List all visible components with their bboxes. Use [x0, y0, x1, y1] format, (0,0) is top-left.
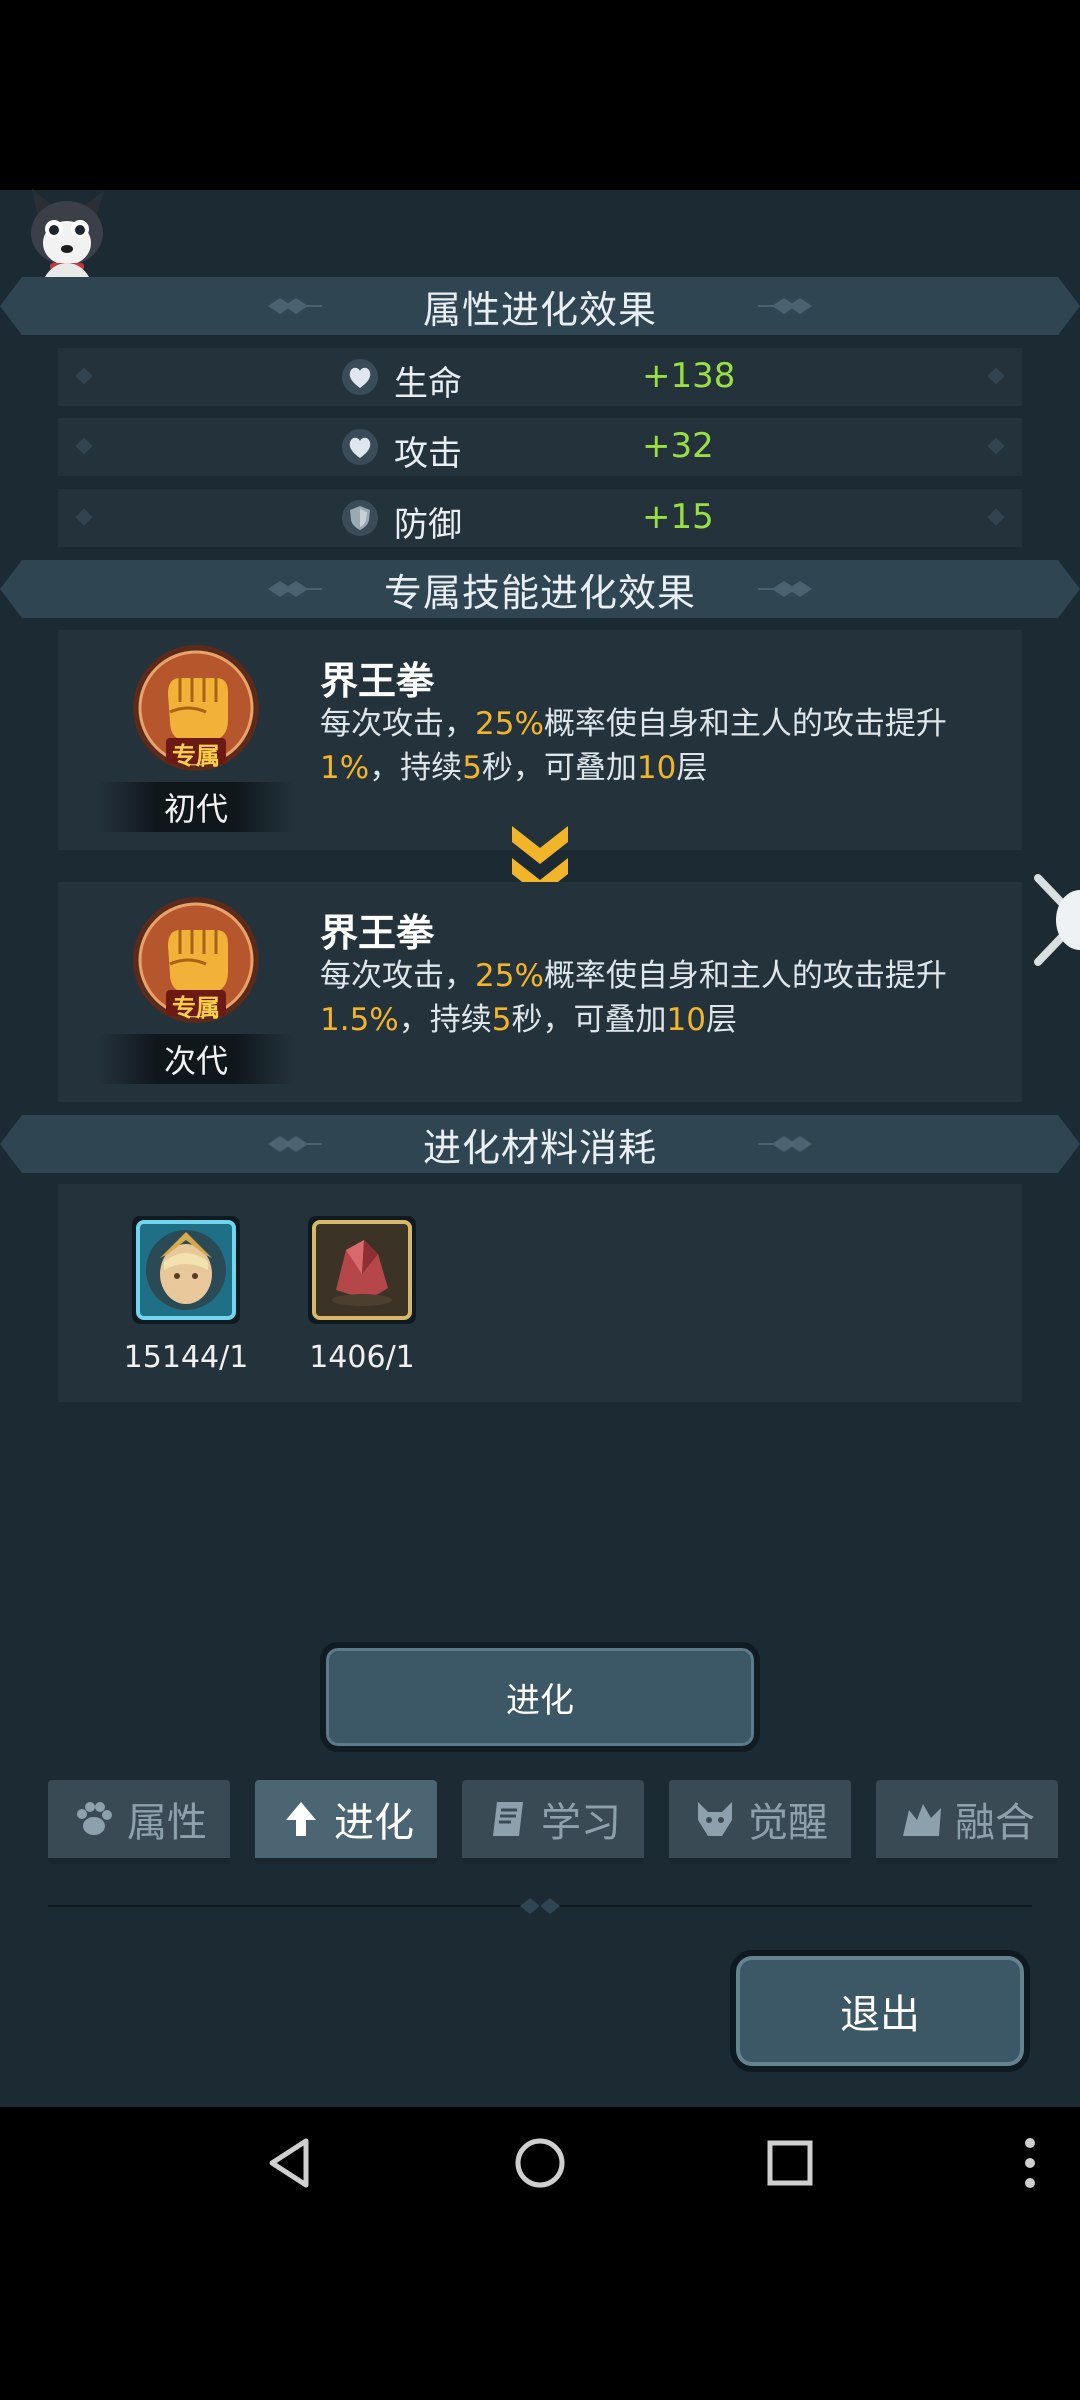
tab-evolution[interactable]: 进化	[255, 1780, 437, 1864]
material-count: 15144/1	[123, 1340, 249, 1375]
material-count: 1406/1	[309, 1340, 415, 1375]
stat-label: 防御	[394, 505, 462, 545]
skill-description: 每次攻击，25%概率使自身和主人的攻击提升1%，持续5秒，可叠加10层	[320, 706, 947, 786]
wolf-head-icon	[698, 1802, 732, 1836]
more-icon[interactable]	[1012, 2135, 1048, 2191]
attack-icon	[342, 429, 378, 465]
stat-row-defense: 防御 +15	[58, 489, 1022, 547]
side-close-icon[interactable]	[1034, 870, 1080, 970]
heart-shield-icon	[342, 359, 378, 395]
tab-fusion[interactable]: 融合	[876, 1780, 1058, 1864]
stat-row-hp: 生命 +138	[58, 348, 1022, 406]
material-section-header: 进化材料消耗	[0, 1115, 1080, 1173]
book-icon	[493, 1802, 523, 1836]
evolve-button[interactable]: 进化	[320, 1642, 760, 1752]
tab-awaken[interactable]: 觉醒	[669, 1780, 851, 1864]
red-crystal-icon[interactable]	[306, 1214, 418, 1326]
skill-card-next: 专属 次代 界王拳 每次攻击，25%概率使自身和主人的攻击提升1.5%，持续5秒…	[58, 882, 1022, 1102]
attribute-section-title: 属性进化效果	[422, 287, 657, 332]
header-ornament-icon	[268, 1136, 322, 1152]
stat-label: 生命	[394, 364, 462, 404]
hero-portrait-icon[interactable]	[130, 1214, 242, 1326]
header-ornament-icon	[758, 1136, 812, 1152]
stat-value: +15	[642, 497, 714, 537]
stat-value: +138	[642, 356, 736, 396]
header-ornament-icon	[758, 298, 812, 314]
tab-attributes[interactable]: 属性	[48, 1780, 230, 1864]
generation-tag: 初代	[98, 782, 294, 832]
tab-label: 属性	[127, 1800, 207, 1846]
tab-label: 融合	[955, 1800, 1035, 1846]
skill-name: 界王拳	[320, 911, 435, 955]
generation-tag: 次代	[98, 1034, 294, 1084]
skill-section-title: 专属技能进化效果	[383, 570, 696, 615]
header-ornament-icon	[758, 581, 812, 597]
back-icon[interactable]	[262, 2135, 318, 2191]
recents-icon[interactable]	[762, 2135, 818, 2191]
stat-value: +32	[642, 426, 714, 466]
stat-row-attack: 攻击 +32	[58, 418, 1022, 476]
header-ornament-icon	[268, 298, 322, 314]
skill-name: 界王拳	[320, 659, 435, 703]
divider-ornament-icon	[520, 1898, 560, 1914]
arrow-up-icon	[286, 1802, 316, 1836]
home-icon[interactable]	[512, 2135, 568, 2191]
shield-icon	[342, 500, 378, 536]
paw-icon	[77, 1802, 112, 1835]
attribute-section-header: 属性进化效果	[0, 277, 1080, 335]
skill-section-header: 专属技能进化效果	[0, 560, 1080, 618]
exit-button[interactable]: 退出	[730, 1950, 1030, 2072]
tab-learn[interactable]: 学习	[462, 1780, 644, 1864]
material-list: 15144/1 1406/1	[58, 1184, 1022, 1402]
skill-description: 每次攻击，25%概率使自身和主人的攻击提升1.5%，持续5秒，可叠加10层	[320, 958, 947, 1038]
tab-label: 觉醒	[748, 1800, 828, 1846]
stat-label: 攻击	[394, 434, 462, 474]
tab-label: 学习	[541, 1800, 621, 1846]
header-ornament-icon	[268, 581, 322, 597]
fusion-icon	[903, 1804, 941, 1836]
tab-label: 进化	[334, 1800, 414, 1846]
exclusive-badge: 专属	[172, 994, 220, 1022]
system-nav-bar	[0, 2107, 1080, 2207]
exclusive-badge: 专属	[172, 742, 220, 770]
material-section-title: 进化材料消耗	[422, 1125, 657, 1170]
skill-card-current: 专属 初代 界王拳 每次攻击，25%概率使自身和主人的攻击提升1%，持续5秒，可…	[58, 630, 1022, 850]
